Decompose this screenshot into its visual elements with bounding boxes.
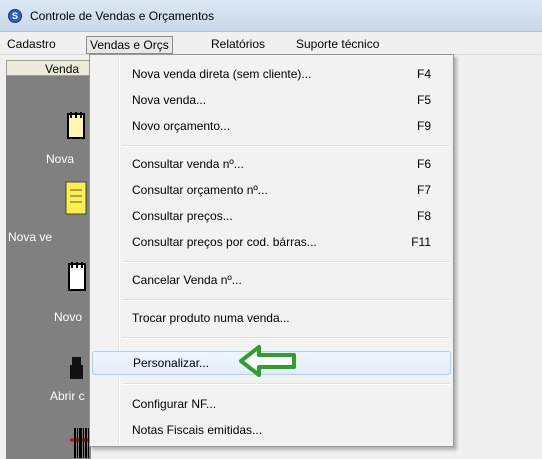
menu-separator [122, 383, 450, 385]
menu-suporte-tecnico[interactable]: Suporte técnico [293, 36, 382, 54]
toolbar-button-nova[interactable]: Nova [6, 110, 91, 170]
menu-item-nova-venda-direta[interactable]: Nova venda direta (sem cliente)... F4 [92, 63, 451, 87]
menu-item-shortcut: F7 [416, 183, 431, 197]
menu-item-consultar-precos-cod-barras[interactable]: Consultar preços por cod. bárras... F11 [92, 231, 451, 255]
menu-item-label: Notas Fiscais emitidas... [132, 423, 263, 437]
menu-item-novo-orcamento[interactable]: Novo orçamento... F9 [92, 115, 451, 139]
menu-item-shortcut: F6 [416, 157, 431, 171]
menu-relatorios[interactable]: Relatórios [208, 36, 268, 54]
menu-item-label: Novo orçamento... [132, 119, 231, 133]
menu-item-label: Nova venda... [132, 93, 207, 107]
menu-item-consultar-orcamento[interactable]: Consultar orçamento nº... F7 [92, 179, 451, 203]
toolbar-button-label: Nova [46, 152, 75, 166]
menu-item-cancelar-venda[interactable]: Cancelar Venda nº... [92, 269, 451, 293]
menu-bar: Cadastro Vendas e Orçs Relatórios Suport… [0, 33, 542, 55]
menu-item-label: Personalizar... [133, 356, 210, 370]
app-s-icon[interactable]: S [8, 9, 22, 23]
menu-item-shortcut: F9 [416, 119, 431, 133]
menu-item-consultar-precos[interactable]: Consultar preços... F8 [92, 205, 451, 229]
panel-header-label: Venda [45, 62, 80, 76]
menu-item-label: Consultar preços por cod. bárras... [132, 235, 317, 249]
menu-cadastro[interactable]: Cadastro [4, 36, 59, 54]
vendas-dropdown-menu: Nova venda direta (sem cliente)... F4 No… [89, 54, 454, 447]
menu-vendas-e-orcs[interactable]: Vendas e Orçs [86, 36, 173, 54]
toolbar-button-label: Abrir c [50, 389, 85, 403]
menu-item-trocar-produto[interactable]: Trocar produto numa venda... [92, 307, 451, 331]
toolbar-button-novo[interactable]: Novo [6, 260, 91, 330]
menu-item-nova-venda[interactable]: Nova venda... F5 [92, 89, 451, 113]
menu-item-configurar-nf[interactable]: Configurar NF... [92, 393, 451, 417]
notepad-yellow-icon [65, 181, 87, 215]
toolbar-button-abrir[interactable]: Abrir c [6, 355, 91, 411]
menu-item-label: Trocar produto numa venda... [132, 311, 290, 325]
toolbar-button-label: Nova ve [8, 230, 53, 244]
toolbar-button-label: Novo [54, 310, 83, 324]
menu-item-shortcut: F11 [411, 235, 431, 249]
toolbar-button-nova-venda[interactable]: Nova ve [6, 180, 91, 244]
menu-item-shortcut: F8 [416, 209, 431, 223]
menu-item-personalizar[interactable]: Personalizar... [92, 345, 451, 377]
title-bar: S Controle de Vendas e Orçamentos [0, 0, 542, 32]
document-icon [68, 262, 86, 291]
toolbar-button-barcode[interactable] [6, 422, 92, 459]
menu-item-notas-fiscais[interactable]: Notas Fiscais emitidas... [92, 419, 451, 443]
panel-header[interactable]: Venda [6, 60, 91, 76]
menu-item-label: Consultar orçamento nº... [132, 183, 268, 197]
window-title: Controle de Vendas e Orçamentos [30, 9, 215, 23]
menu-item-label: Consultar venda nº... [132, 157, 244, 171]
menu-item-label: Nova venda direta (sem cliente)... [132, 67, 312, 81]
menu-item-shortcut: F5 [416, 93, 431, 107]
menu-separator [122, 299, 450, 301]
menu-item-label: Consultar preços... [132, 209, 233, 223]
green-arrow-icon [239, 345, 296, 377]
menu-item-consultar-venda[interactable]: Consultar venda nº... F6 [92, 153, 451, 177]
menu-item-label: Configurar NF... [132, 397, 217, 411]
menu-separator [122, 145, 450, 147]
menu-item-shortcut: F4 [416, 67, 431, 81]
menu-item-label: Cancelar Venda nº... [132, 273, 242, 287]
notepad-icon [67, 112, 85, 139]
menu-separator [122, 261, 450, 263]
menu-separator [122, 337, 450, 339]
cash-drawer-icon [70, 357, 83, 379]
